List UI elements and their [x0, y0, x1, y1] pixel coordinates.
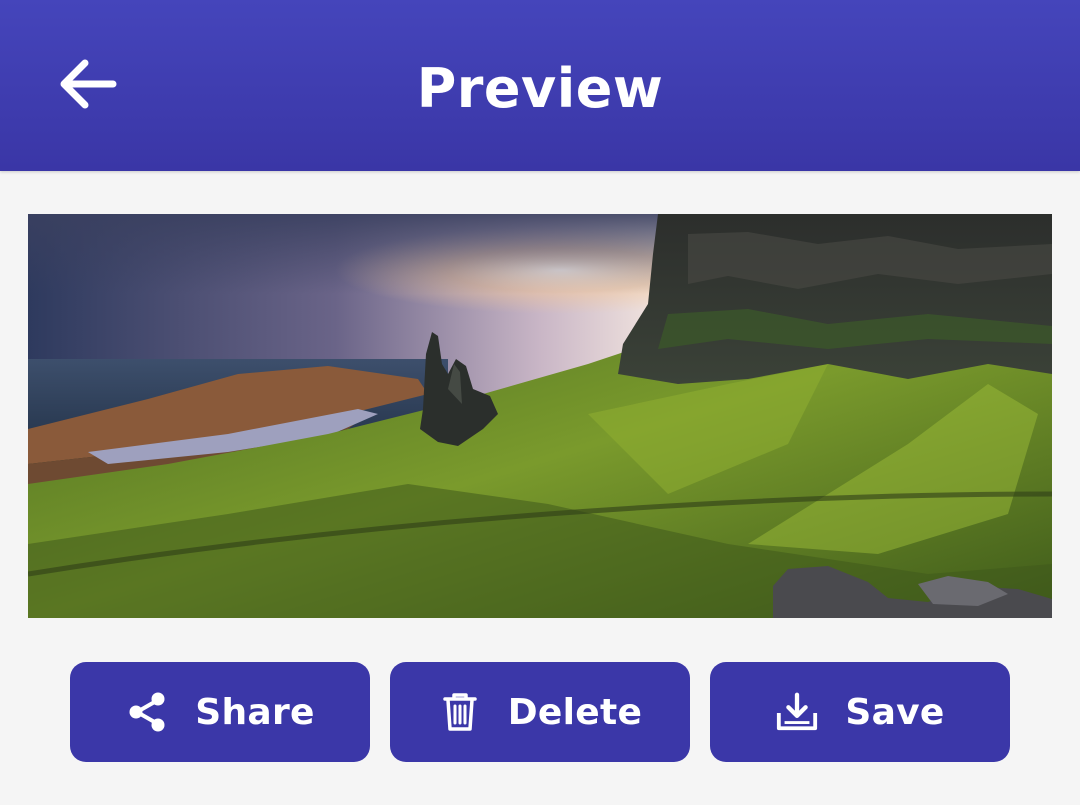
preview-screen: Preview Share Delete Save: [0, 0, 1080, 805]
image-preview: [28, 214, 1052, 618]
page-title: Preview: [416, 57, 664, 120]
share-label: Share: [195, 691, 315, 733]
delete-button[interactable]: Delete: [390, 662, 690, 762]
share-button[interactable]: Share: [70, 662, 370, 762]
landscape-photo: [28, 214, 1052, 618]
download-icon: [775, 690, 819, 734]
trash-icon: [438, 690, 482, 734]
app-bar: Preview: [0, 0, 1080, 171]
share-icon: [125, 690, 169, 734]
save-label: Save: [845, 691, 945, 733]
delete-label: Delete: [507, 691, 643, 733]
action-bar: Share Delete Save: [70, 662, 1010, 762]
save-button[interactable]: Save: [710, 662, 1010, 762]
